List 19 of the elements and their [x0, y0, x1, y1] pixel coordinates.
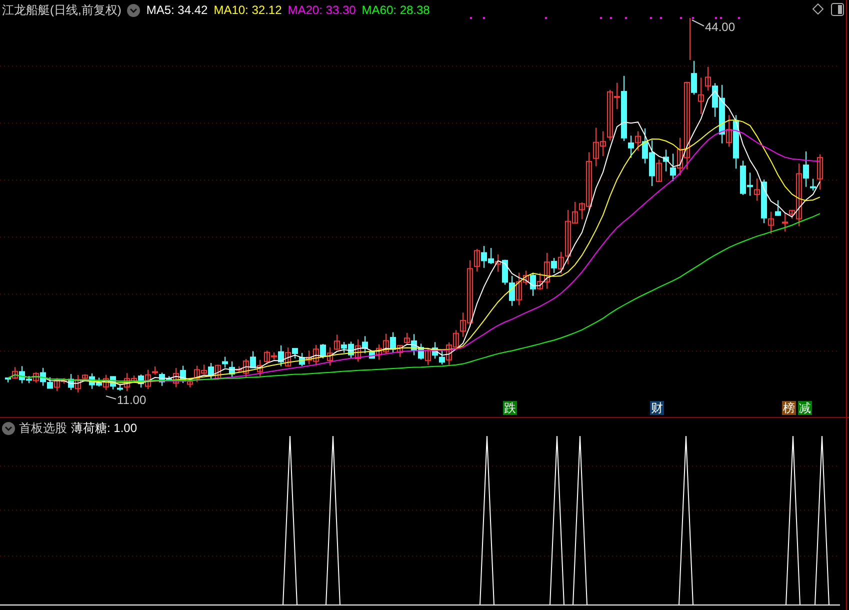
- collapse-icon[interactable]: [127, 4, 140, 16]
- indicator-name: 首板选股: [19, 420, 67, 437]
- low-price-label: 11.00: [117, 392, 146, 409]
- moving-average-legend: MA5: 34.42: [146, 1, 208, 19]
- signal-tag: 财: [650, 401, 664, 415]
- signal-tag: 跌: [503, 401, 517, 415]
- panel-toggle-icon[interactable]: [831, 3, 844, 16]
- collapse-icon[interactable]: [2, 422, 15, 434]
- chart-title: 江龙船艇(日线,前复权): [2, 2, 122, 19]
- moving-average-legend: MA10: 32.12: [214, 1, 282, 19]
- leader-line: [106, 396, 116, 400]
- indicator-value: 薄荷糖: 1.00: [71, 420, 138, 437]
- moving-average-legend: MA20: 33.30: [288, 1, 356, 19]
- signal-tag: 榜: [782, 401, 796, 415]
- moving-average-legend: MA60: 28.38: [362, 1, 430, 19]
- high-price-label: 44.00: [705, 19, 736, 36]
- leader-line: [692, 20, 704, 26]
- signal-tag: 减: [798, 401, 812, 415]
- diamond-icon[interactable]: [812, 3, 824, 15]
